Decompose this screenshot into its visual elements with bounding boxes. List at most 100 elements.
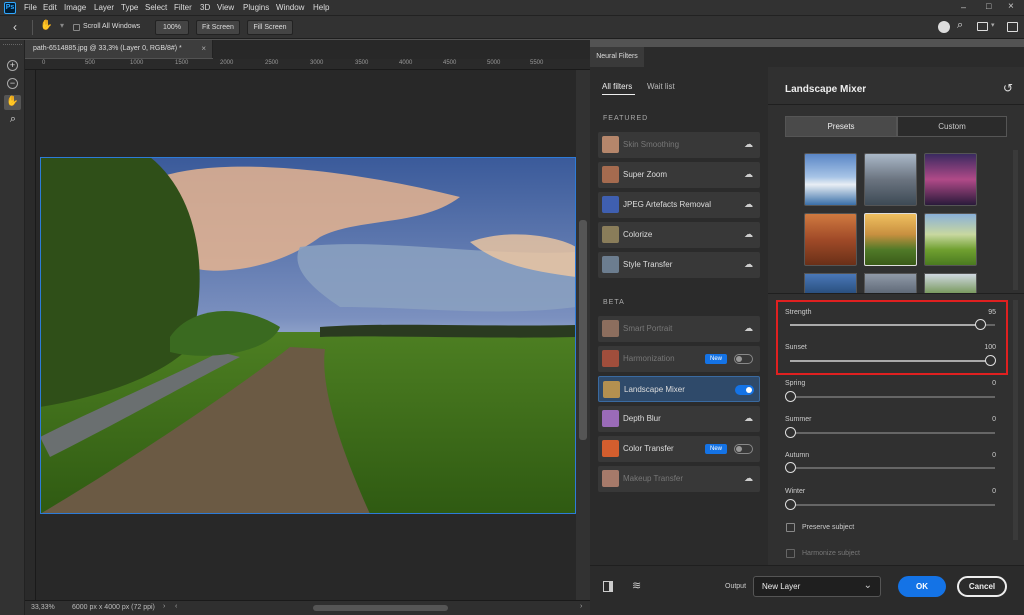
slider-knob-winter[interactable] [785, 499, 796, 510]
cloud-download-icon[interactable]: ☁ [744, 170, 754, 179]
neural-filters-tab[interactable]: Neural Filters [590, 47, 644, 67]
ruler-tick: 1500 [175, 60, 189, 66]
preset-winter-lake[interactable] [804, 153, 857, 206]
preset-grey-sky[interactable] [864, 273, 917, 293]
slider-knob-autumn[interactable] [785, 462, 796, 473]
scroll-all-checkbox[interactable] [73, 24, 80, 31]
filter-jpeg-artefacts[interactable]: JPEG Artefacts Removal ☁ [598, 192, 760, 218]
document-tab[interactable]: path-6514885.jpg @ 33,3% (Layer 0, RGB/8… [25, 40, 213, 58]
hand-tool-icon[interactable]: ✋ [40, 20, 52, 31]
back-arrow-icon[interactable]: ‹ [13, 20, 17, 34]
output-select[interactable]: New Layer ⌄ [753, 576, 881, 597]
layers-icon[interactable]: ≋ [632, 580, 644, 592]
cloud-download-icon[interactable]: ☁ [744, 200, 754, 209]
slider-track[interactable] [790, 467, 995, 469]
harmonize-subject-checkbox[interactable] [786, 549, 795, 558]
cloud-download-icon[interactable]: ☁ [744, 260, 754, 269]
horizontal-scrollbar-thumb[interactable] [313, 605, 448, 611]
reset-icon[interactable]: ↺ [1003, 81, 1013, 95]
filter-toggle-on[interactable] [735, 385, 754, 395]
cloud-download-icon[interactable]: ☁ [744, 324, 754, 333]
filter-style-transfer[interactable]: Style Transfer ☁ [598, 252, 760, 278]
zoom-status[interactable]: 33,33% [31, 604, 55, 611]
status-chevron-icon[interactable]: › [163, 603, 165, 610]
filter-toggle[interactable] [734, 354, 753, 364]
workspace-icon[interactable] [977, 22, 988, 31]
zoom-tool-icon[interactable]: ⌕ [6, 112, 20, 126]
fit-screen-button[interactable]: Fit Screen [196, 20, 240, 35]
preset-meadow[interactable] [924, 273, 977, 293]
scroll-left-icon[interactable]: ‹ [175, 603, 177, 610]
menu-file[interactable]: File [24, 3, 37, 12]
horizontal-ruler[interactable]: 0 500 1000 1500 2000 2500 3000 3500 4000… [25, 59, 590, 70]
zoom-out-icon[interactable]: − [7, 78, 18, 89]
slider-track[interactable] [790, 432, 995, 434]
filter-colorize[interactable]: Colorize ☁ [598, 222, 760, 248]
zoom-in-icon[interactable]: + [7, 60, 18, 71]
close-tab-icon[interactable]: × [201, 40, 206, 57]
toolbar-grip[interactable] [3, 44, 22, 47]
cloud-download-icon[interactable]: ☁ [744, 414, 754, 423]
hand-tool-active-icon[interactable]: ✋ [4, 95, 21, 110]
menu-image[interactable]: Image [64, 3, 86, 12]
slider-track[interactable] [790, 504, 995, 506]
menu-filter[interactable]: Filter [174, 3, 192, 12]
filter-smart-portrait[interactable]: Smart Portrait ☁ [598, 316, 760, 342]
menu-plugins[interactable]: Plugins [243, 3, 269, 12]
preserve-subject-checkbox[interactable] [786, 523, 795, 532]
preset-blue-sky[interactable] [804, 273, 857, 293]
cloud-download-icon[interactable]: ☁ [744, 230, 754, 239]
preset-green-hills[interactable] [924, 213, 977, 266]
user-avatar-icon[interactable] [938, 21, 950, 33]
workspace-chevron-icon[interactable]: ▾ [991, 21, 995, 29]
filter-toggle[interactable] [734, 444, 753, 454]
fill-screen-button[interactable]: Fill Screen [247, 20, 293, 35]
slider-knob-summer[interactable] [785, 427, 796, 438]
ok-button[interactable]: OK [898, 576, 946, 597]
all-filters-tab[interactable]: All filters [602, 82, 632, 91]
cancel-button[interactable]: Cancel [957, 576, 1007, 597]
preview-toggle-icon[interactable] [603, 581, 613, 592]
filter-skin-smoothing[interactable]: Skin Smoothing ☁ [598, 132, 760, 158]
vertical-ruler[interactable] [25, 70, 36, 600]
zoom-100-button[interactable]: 100% [155, 20, 189, 35]
filter-makeup-transfer[interactable]: Makeup Transfer ☁ [598, 466, 760, 492]
scroll-right-icon[interactable]: › [580, 603, 582, 610]
filter-color-transfer[interactable]: Color Transfer New [598, 436, 760, 462]
close-icon[interactable]: × [1008, 1, 1014, 12]
filter-landscape-mixer[interactable]: Landscape Mixer [598, 376, 760, 402]
cloud-download-icon[interactable]: ☁ [744, 474, 754, 483]
preset-canyon[interactable] [804, 213, 857, 266]
canvas-area[interactable] [36, 70, 576, 600]
presets-scrollbar[interactable] [1013, 150, 1018, 290]
preset-mountain-lake[interactable] [864, 153, 917, 206]
filter-super-zoom[interactable]: Super Zoom ☁ [598, 162, 760, 188]
maximize-icon[interactable]: □ [986, 1, 991, 11]
menu-3d[interactable]: 3D [200, 3, 210, 12]
filter-harmonization[interactable]: Harmonization New [598, 346, 760, 372]
share-icon[interactable] [1007, 22, 1018, 32]
minimize-icon[interactable]: – [961, 2, 966, 12]
filter-thumb [603, 381, 620, 398]
custom-tab[interactable]: Custom [897, 116, 1007, 137]
cloud-download-icon[interactable]: ☁ [744, 140, 754, 149]
slider-track[interactable] [790, 396, 995, 398]
menu-window[interactable]: Window [276, 3, 304, 12]
preset-golden-field-selected[interactable] [864, 213, 917, 266]
filter-depth-blur[interactable]: Depth Blur ☁ [598, 406, 760, 432]
search-icon[interactable]: ⌕ [957, 19, 963, 32]
menu-select[interactable]: Select [145, 3, 167, 12]
menu-layer[interactable]: Layer [94, 3, 114, 12]
vertical-scrollbar[interactable] [576, 70, 590, 600]
scrollbar-thumb[interactable] [579, 220, 587, 440]
wait-list-tab[interactable]: Wait list [647, 82, 675, 91]
presets-tab[interactable]: Presets [785, 116, 897, 137]
menu-help[interactable]: Help [313, 3, 329, 12]
slider-knob-spring[interactable] [785, 391, 796, 402]
settings-scrollbar[interactable] [1013, 300, 1018, 540]
chevron-down-icon[interactable]: ▾ [60, 21, 64, 30]
menu-view[interactable]: View [217, 3, 234, 12]
menu-edit[interactable]: Edit [43, 3, 57, 12]
menu-type[interactable]: Type [121, 3, 138, 12]
preset-purple-sunset[interactable] [924, 153, 977, 206]
